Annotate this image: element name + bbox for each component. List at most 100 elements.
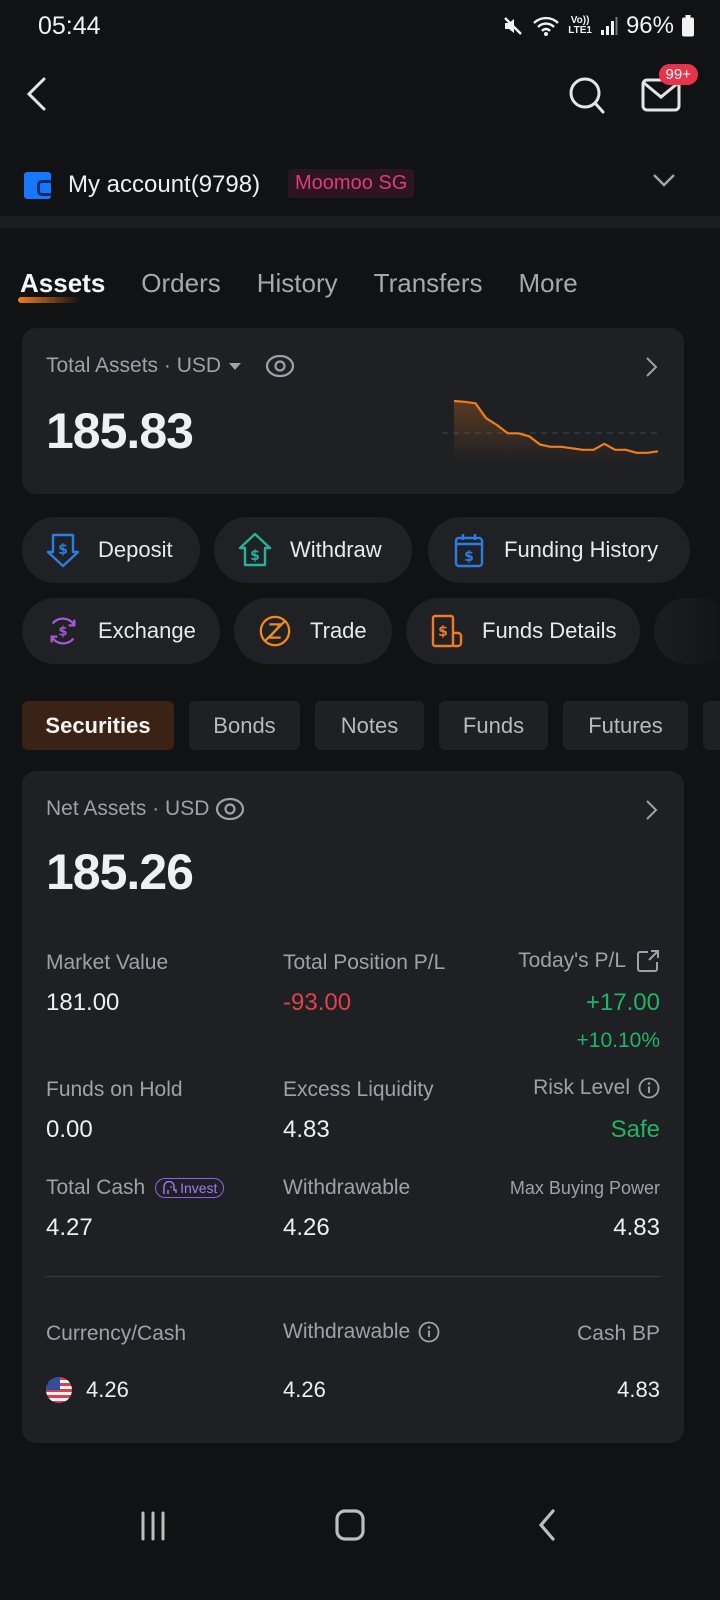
status-time: 05:44 [38, 12, 101, 40]
trade-icon [258, 614, 292, 648]
status-icons: Vo)) LTE1 96% [502, 12, 694, 40]
todays-pl-value: +17.00 [585, 989, 660, 1016]
invest-tag[interactable]: Invest [155, 1178, 225, 1199]
eye-icon[interactable] [215, 797, 245, 821]
total-assets-label-row: Total Assets · USD [46, 354, 295, 378]
withdraw-label: Withdraw [290, 537, 382, 562]
mute-icon [504, 17, 523, 35]
invest-elephant-icon [163, 1181, 177, 1195]
total-assets-sparkline [442, 399, 659, 462]
chevron-right-icon[interactable] [644, 799, 658, 821]
net-assets-card: Net Assets · USD 185.26 Market Value 181… [22, 771, 684, 1443]
messages-button[interactable]: 99+ [640, 64, 698, 114]
tab-more[interactable]: More [519, 268, 578, 299]
deposit-icon: $ [46, 533, 80, 568]
max-buying-power-label: Max Buying Power [509, 1178, 660, 1198]
todays-pl-label-row: Today's P/L [518, 949, 660, 973]
todays-pl-percent: +10.10% [576, 1029, 661, 1052]
search-button[interactable] [566, 74, 608, 116]
withdrawable-header-row: Withdrawable [283, 1320, 440, 1344]
message-count-badge: 99+ [658, 64, 698, 85]
currency-dropdown-icon[interactable] [227, 360, 243, 372]
invest-tag-label: Invest [180, 1180, 218, 1197]
tab-assets[interactable]: Assets [17, 268, 105, 303]
trade-button[interactable]: Trade [234, 598, 392, 664]
status-bar: 05:44 Vo)) LTE1 96% [0, 0, 720, 52]
funding-history-button[interactable]: $ Funding History [428, 517, 690, 583]
exchange-button[interactable]: $ Exchange [22, 598, 220, 664]
info-icon[interactable] [418, 1321, 440, 1343]
segment-notes[interactable]: Notes [315, 701, 424, 750]
market-value: 181.00 [46, 989, 120, 1016]
svg-text:$: $ [58, 625, 67, 640]
recent-apps-icon[interactable] [138, 1510, 168, 1542]
more-actions-button-partial[interactable] [654, 598, 720, 664]
info-icon[interactable] [638, 1077, 660, 1099]
exchange-icon: $ [46, 614, 80, 648]
us-flag-icon [46, 1377, 72, 1403]
segment-funds[interactable]: Funds [439, 701, 548, 750]
account-name: My account(9798) [68, 171, 261, 198]
svg-text:$: $ [438, 624, 448, 640]
top-nav-bar: 99+ [0, 60, 720, 130]
total-cash-value: 4.27 [46, 1214, 93, 1241]
todays-pl-label: Today's P/L [518, 949, 626, 972]
segment-securities[interactable]: Securities [22, 701, 174, 750]
signal-icon [600, 17, 618, 35]
back-button[interactable] [20, 74, 52, 114]
eye-icon[interactable] [265, 354, 295, 378]
withdrawable-header: Withdrawable [283, 1320, 411, 1343]
currency-withdrawable-value: 4.26 [283, 1377, 326, 1402]
net-assets-label-row: Net Assets · USD [46, 797, 245, 821]
net-assets-value: 185.26 [46, 844, 194, 900]
cash-bp-header: Cash BP [577, 1322, 660, 1345]
net-assets-label: Net Assets · USD [46, 797, 210, 820]
funds-details-icon: $ [430, 614, 464, 648]
funds-on-hold-value: 0.00 [46, 1116, 93, 1143]
total-cash-label: Total Cash [46, 1176, 146, 1199]
currency-cash-cell: 4.26 [46, 1377, 129, 1403]
total-position-pl-value: -93.00 [283, 989, 352, 1016]
withdraw-icon: $ [238, 532, 272, 567]
share-icon[interactable] [636, 949, 660, 973]
withdrawable-value: 4.26 [283, 1214, 330, 1241]
withdraw-button[interactable]: $ Withdraw [214, 517, 412, 583]
funds-details-button[interactable]: $ Funds Details [406, 598, 640, 664]
segment-more-partial[interactable] [703, 701, 720, 750]
tab-history[interactable]: History [257, 268, 338, 299]
svg-text:$: $ [464, 549, 474, 565]
funds-on-hold-label: Funds on Hold [46, 1078, 183, 1101]
total-cash-label-row: Total Cash Invest [46, 1176, 225, 1200]
risk-level-label: Risk Level [533, 1076, 630, 1099]
system-back-icon[interactable] [536, 1508, 558, 1542]
account-logo-icon [24, 171, 51, 199]
chevron-right-icon[interactable] [644, 356, 658, 378]
deposit-label: Deposit [98, 537, 173, 562]
battery-level: 96% [625, 12, 674, 39]
excess-liquidity-value: 4.83 [283, 1116, 330, 1143]
funding-history-label: Funding History [504, 537, 659, 562]
deposit-button[interactable]: $ Deposit [22, 517, 200, 583]
account-selector[interactable]: My account(9798) Moomoo SG [0, 160, 720, 210]
battery-icon [682, 15, 694, 37]
home-icon[interactable] [334, 1508, 366, 1542]
chevron-down-icon[interactable] [652, 172, 676, 188]
currency-cash-header: Currency/Cash [46, 1322, 187, 1345]
segment-bonds[interactable]: Bonds [189, 701, 300, 750]
section-divider [0, 216, 720, 228]
tab-transfers[interactable]: Transfers [374, 268, 483, 299]
system-navigation-bar [0, 1490, 720, 1570]
funds-details-label: Funds Details [482, 618, 617, 643]
withdrawable-label: Withdrawable [283, 1176, 411, 1199]
segment-futures[interactable]: Futures [563, 701, 688, 750]
risk-level-label-row: Risk Level [533, 1076, 660, 1100]
market-value-label: Market Value [46, 951, 169, 974]
total-assets-value: 185.83 [46, 403, 194, 459]
main-tabs: Assets Orders History Transfers More [17, 268, 614, 303]
network-type: Vo)) LTE1 [568, 15, 592, 36]
total-assets-card[interactable]: Total Assets · USD 185.83 [22, 328, 684, 494]
broker-tag: Moomoo SG [288, 169, 415, 198]
exchange-label: Exchange [98, 618, 196, 643]
svg-text:$: $ [58, 542, 68, 558]
tab-orders[interactable]: Orders [141, 268, 220, 299]
